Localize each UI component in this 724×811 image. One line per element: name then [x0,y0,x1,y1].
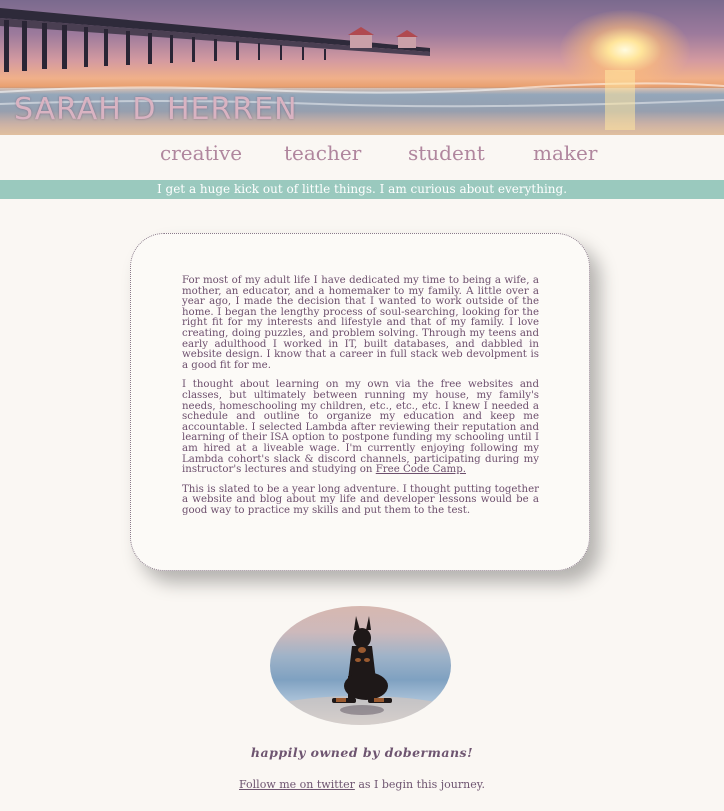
owned-by-dobermans-text: happily owned by dobermans! [250,745,474,760]
main-nav: creative teacher student maker [0,137,724,175]
bio-paragraph-1: For most of my adult life I have dedicat… [182,275,539,371]
nav-item-creative[interactable]: creative [160,141,242,165]
tagline-bar: I get a huge kick out of little things. … [0,180,724,199]
site-title: SARAH D HERREN [14,92,298,127]
free-code-camp-link[interactable]: Free Code Camp. [376,464,466,475]
twitter-link[interactable]: Follow me on twitter [239,778,355,791]
follow-line: Follow me on twitter as I begin this jou… [0,778,724,791]
nav-item-maker[interactable]: maker [533,141,597,165]
doberman-photo [270,606,451,725]
nav-item-teacher[interactable]: teacher [284,141,361,165]
nav-item-student[interactable]: student [408,141,485,165]
doberman-icon [270,616,451,725]
bio-paragraph-2-text: I thought about learning on my own via t… [182,379,539,476]
follow-rest-text: as I begin this journey. [354,778,485,791]
bio-card: For most of my adult life I have dedicat… [130,233,590,571]
header-banner: SARAH D HERREN [0,0,724,135]
bio-paragraph-2: I thought about learning on my own via t… [182,380,539,475]
bio-paragraph-3: This is slated to be a year long adventu… [182,483,539,516]
